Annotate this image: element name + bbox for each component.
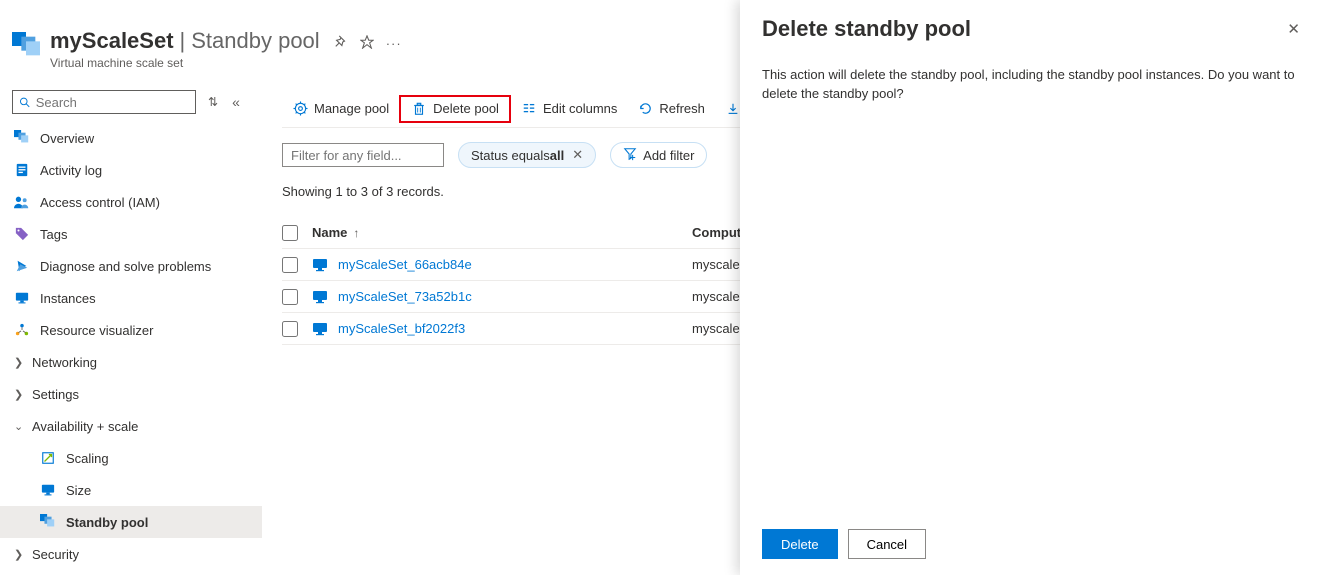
activity-log-icon [14,162,30,178]
nav-label: Diagnose and solve problems [40,259,211,274]
remove-filter-icon[interactable]: ✕ [572,147,583,163]
select-all-checkbox[interactable] [282,225,298,241]
nav-label: Resource visualizer [40,323,153,338]
gear-icon [292,101,308,117]
nav-settings[interactable]: ❯ Settings [0,378,262,410]
nav-resource-visualizer[interactable]: Resource visualizer [0,314,262,346]
chevron-right-icon: ❯ [14,388,28,401]
col-label: Name [312,225,347,240]
vm-icon [312,321,328,337]
confirm-delete-button[interactable]: Delete [762,529,838,559]
add-filter-button[interactable]: Add filter [610,142,707,168]
iam-icon [14,194,30,210]
overview-icon [14,130,30,146]
vm-icon [312,289,328,305]
expand-collapse-icon[interactable]: ⇅ [208,95,218,109]
edit-columns-button[interactable]: Edit columns [511,95,627,123]
pill-prefix: Status equals [471,148,550,163]
nav-scaling[interactable]: Scaling [0,442,262,474]
download-icon [725,101,741,117]
nav-security[interactable]: ❯ Security [0,538,262,570]
resource-name: myScaleSet [50,28,174,54]
nav-label: Networking [32,355,97,370]
toolbar-label: Manage pool [314,101,389,116]
nav-diagnose[interactable]: Diagnose and solve problems [0,250,262,282]
blade-name: Standby pool [191,28,319,54]
pill-value: all [550,148,564,163]
nav-availability-scale[interactable]: ⌄ Availability + scale [0,410,262,442]
nav-label: Tags [40,227,67,242]
refresh-button[interactable]: Refresh [627,95,715,123]
nav-label: Settings [32,387,79,402]
sidebar: ⇅ « Overview Activity log Access control… [0,84,262,575]
close-icon[interactable]: ✕ [1283,16,1304,42]
instance-link[interactable]: myScaleSet_66acb84e [338,257,472,272]
filter-input[interactable] [282,143,444,167]
size-icon [40,482,56,498]
standby-pool-icon [40,514,56,530]
nav-label: Availability + scale [32,419,138,434]
nav-label: Access control (IAM) [40,195,160,210]
resource-visualizer-icon [14,322,30,338]
toolbar-label: Delete pool [433,101,499,116]
nav-label: Security [32,547,79,562]
chevron-down-icon: ⌄ [14,420,28,433]
search-icon [19,96,31,109]
nav-activity-log[interactable]: Activity log [0,154,262,186]
tags-icon [14,226,30,242]
scaling-icon [40,450,56,466]
panel-title: Delete standby pool [762,16,971,42]
row-checkbox[interactable] [282,321,298,337]
nav-networking[interactable]: ❯ Networking [0,346,262,378]
cancel-button[interactable]: Cancel [848,529,926,559]
nav-size[interactable]: Size [0,474,262,506]
nav-iam[interactable]: Access control (IAM) [0,186,262,218]
diagnose-icon [14,258,30,274]
chevron-right-icon: ❯ [14,356,28,369]
nav-label: Overview [40,131,94,146]
instance-link[interactable]: myScaleSet_bf2022f3 [338,321,465,336]
nav-standby-pool[interactable]: Standby pool [0,506,262,538]
instances-icon [14,290,30,306]
status-filter-pill[interactable]: Status equals all ✕ [458,142,596,168]
row-checkbox[interactable] [282,289,298,305]
nav-search-box[interactable] [12,90,196,114]
nav-instances[interactable]: Instances [0,282,262,314]
nav-label: Standby pool [66,515,148,530]
resource-type: Virtual machine scale set [50,56,414,70]
pin-icon[interactable] [334,35,348,52]
chevron-right-icon: ❯ [14,548,28,561]
nav-label: Activity log [40,163,102,178]
panel-body: This action will delete the standby pool… [762,66,1304,519]
add-filter-icon [623,147,637,164]
sort-asc-icon: ↑ [353,226,359,240]
toolbar-label: Edit columns [543,101,617,116]
vm-icon [312,257,328,273]
nav-overview[interactable]: Overview [0,122,262,154]
toolbar-label: Refresh [659,101,705,116]
nav-label: Size [66,483,91,498]
delete-confirm-panel: Delete standby pool ✕ This action will d… [740,0,1326,575]
manage-pool-button[interactable]: Manage pool [282,95,399,123]
instance-link[interactable]: myScaleSet_73a52b1c [338,289,472,304]
nav-label: Scaling [66,451,109,466]
favorite-icon[interactable] [360,35,374,52]
nav-label: Instances [40,291,96,306]
vmss-icon [12,32,40,60]
row-checkbox[interactable] [282,257,298,273]
pill-label: Add filter [643,148,694,163]
delete-icon [411,101,427,117]
column-header-name[interactable]: Name ↑ [312,225,692,240]
title-separator: | [180,28,186,54]
collapse-nav-icon[interactable]: « [232,94,240,110]
nav-search-input[interactable] [36,95,189,110]
delete-pool-button[interactable]: Delete pool [399,95,511,123]
more-icon[interactable]: ··· [386,36,402,51]
nav-tags[interactable]: Tags [0,218,262,250]
columns-icon [521,101,537,117]
refresh-icon [637,101,653,117]
